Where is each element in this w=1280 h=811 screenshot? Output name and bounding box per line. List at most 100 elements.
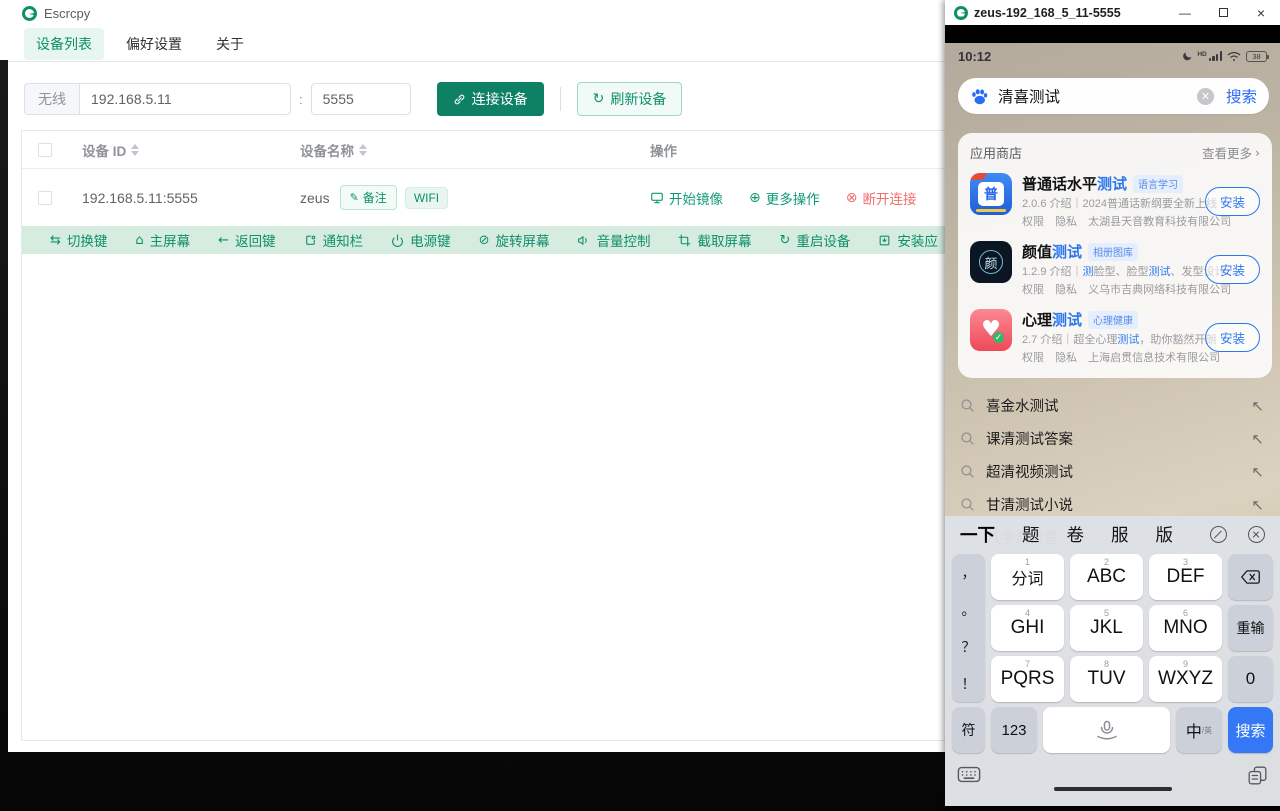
tab-preferences[interactable]: 偏好设置 [114,28,194,60]
insert-suggestion-icon[interactable]: ↖ [1251,397,1264,415]
search-input[interactable]: 清喜测试 [998,85,1197,107]
key-4-ghi[interactable]: 4GHI [991,605,1064,651]
privacy-link[interactable]: 隐私 [1055,284,1077,296]
question-key[interactable]: ？ [962,640,976,654]
rotate-screen-icon: ⊘ [479,234,490,247]
rotate-screen-button[interactable]: ⊘ 旋转屏幕 [465,230,564,250]
key-3-def[interactable]: 3DEF [1149,554,1222,600]
refresh-devices-button[interactable]: ↻ 刷新设备 [577,82,683,116]
row-checkbox[interactable] [38,191,52,205]
close-button[interactable]: × [1242,0,1280,25]
exclamation-key[interactable]: ！ [962,677,976,691]
install-button[interactable]: 安装 [1205,323,1260,352]
key-9-wxyz[interactable]: 9WXYZ [1149,656,1222,702]
select-all-checkbox[interactable] [38,143,52,157]
collapse-candidates-icon[interactable] [1248,526,1265,543]
key-7-pqrs[interactable]: 7PQRS [991,656,1064,702]
key-1-fenci[interactable]: 1分词 [991,554,1064,600]
battery-icon: 38 [1246,51,1267,62]
app-name[interactable]: 颜值测试 [1022,241,1082,262]
privacy-link[interactable]: 隐私 [1055,352,1077,364]
language-toggle-key[interactable]: 中/英 [1176,707,1222,753]
symbols-key[interactable]: 符 [952,707,985,753]
more-actions-button[interactable]: ⊕ 更多操作 [749,188,820,208]
sort-caret-icon[interactable] [359,144,367,156]
suggestion-item[interactable]: 超清视频测试 ↖ [958,455,1270,488]
ime-search-key[interactable]: 搜索 [1228,707,1273,753]
insert-suggestion-icon[interactable]: ↖ [1251,496,1264,514]
search-submit-button[interactable]: 搜索 [1226,85,1257,107]
header-device-name[interactable]: 设备名称 [300,140,354,160]
permissions-link[interactable]: 权限 [1022,352,1044,364]
period-key[interactable]: 。 [962,603,976,617]
app-icon-xinli: ♥ [970,309,1012,351]
key-8-tuv[interactable]: 8TUV [1070,656,1143,702]
keyboard-switch-icon[interactable] [957,765,981,784]
clipboard-copy-icon[interactable] [1247,765,1268,786]
app-description: 2.0.6 介绍｜2024普通话新纲要全新上线 [1022,198,1217,210]
key-6-mno[interactable]: 6MNO [1149,605,1222,651]
screenshot-button[interactable]: 截取屏幕 [664,230,765,250]
note-button[interactable]: ✎ 备注 [340,185,397,210]
main-tabs: 设备列表 偏好设置 关于 [8,27,945,62]
app-name[interactable]: 普通话水平测试 [1022,173,1127,194]
comma-key[interactable]: ， [962,566,976,580]
insert-suggestion-icon[interactable]: ↖ [1251,430,1264,448]
home-indicator[interactable] [1054,787,1172,792]
app-icon-yanzhi: 颜 [970,241,1012,283]
tab-about[interactable]: 关于 [204,28,256,60]
link-icon[interactable] [1210,526,1227,543]
permissions-link[interactable]: 权限 [1022,284,1044,296]
suggestion-item[interactable]: 课清测试答案 ↖ [958,422,1270,455]
candidate-word[interactable]: 卷 [1067,522,1085,547]
candidate-word[interactable]: 版 [1156,522,1174,547]
notification-panel-button[interactable]: 通知栏 [290,230,378,250]
permissions-link[interactable]: 权限 [1022,216,1044,228]
volume-control-button[interactable]: 音量控制 [563,230,664,250]
port-input[interactable] [311,83,411,115]
header-device-id[interactable]: 设备 ID [82,140,126,160]
back-button[interactable]: ← 返回键 [204,230,289,250]
install-app-button[interactable]: 安装应 [864,230,945,250]
search-bar[interactable]: 清喜测试 ✕ 搜索 [958,78,1269,114]
maximize-button[interactable] [1204,0,1242,25]
t9-grid: 1分词 2ABC 3DEF 4GHI 5JKL 6MNO 7PQRS 8TUV … [991,554,1222,702]
install-button[interactable]: 安装 [1205,255,1260,284]
start-mirror-button[interactable]: 开始镜像 [650,188,723,208]
mic-icon [1094,720,1120,740]
key-0[interactable]: 0 [1228,656,1273,702]
clear-search-icon[interactable]: ✕ [1197,88,1214,105]
privacy-link[interactable]: 隐私 [1055,216,1077,228]
space-key[interactable] [1043,707,1170,753]
candidate-word[interactable]: 题 [1022,522,1040,547]
install-button[interactable]: 安装 [1205,187,1260,216]
disconnect-button[interactable]: ⊗ 断开连接 [846,188,917,208]
key-2-abc[interactable]: 2ABC [1070,554,1143,600]
app-name[interactable]: 心理测试 [1022,309,1082,330]
restart-device-button[interactable]: ↻ 重启设备 [765,230,864,250]
retype-key[interactable]: 重输 [1228,605,1273,651]
sort-caret-icon[interactable] [131,144,139,156]
key-5-jkl[interactable]: 5JKL [1070,605,1143,651]
tab-device-list[interactable]: 设备列表 [24,28,104,60]
escrcpy-logo-icon [22,6,37,21]
candidate-word[interactable]: 一下 [960,522,995,547]
candidate-word[interactable]: 服 [1111,522,1129,547]
ip-input[interactable] [79,83,291,115]
numpad-key[interactable]: 123 [991,707,1037,753]
backspace-key[interactable] [1228,554,1273,600]
minimize-button[interactable]: — [1166,0,1204,25]
suggestion-item[interactable]: 喜金水测试 ↖ [958,389,1270,422]
connect-device-button[interactable]: 连接设备 [437,82,544,116]
insert-suggestion-icon[interactable]: ↖ [1251,463,1264,481]
power-button[interactable]: 电源键 [377,230,465,250]
see-more-link[interactable]: 查看更多 › [1202,143,1260,162]
wifi-icon [1227,51,1241,62]
baidu-paw-icon [970,88,989,105]
device-name-cell: zeus [300,190,330,206]
phone-window-titlebar: zeus-192_168_5_11-5555 — × [945,0,1280,25]
app-store-card: 应用商店 查看更多 › 普 普通话水平测试 语言学习 2.0.6 介绍｜2024… [958,133,1272,378]
app-meta: 权限 隐私 义乌市吉典网络科技有限公司 [1022,284,1239,296]
home-button[interactable]: ⌂ 主屏幕 [121,230,204,250]
switch-key-button[interactable]: ⇆ 切换键 [22,230,121,250]
